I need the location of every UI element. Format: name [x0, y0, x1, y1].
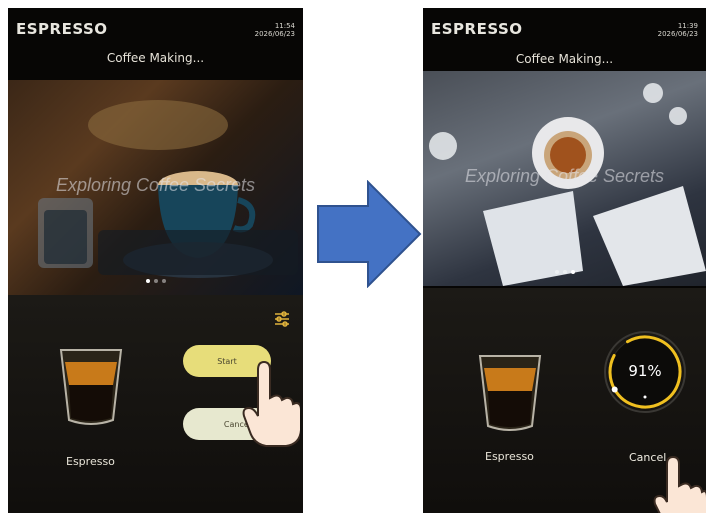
control-panel: Espresso 91% Cancel	[423, 288, 706, 513]
hand-pointer-icon	[653, 456, 706, 513]
clock-date: 2026/06/23	[657, 30, 698, 38]
brand-title: ESPRESSO	[431, 20, 523, 38]
espresso-cup-icon	[478, 355, 542, 431]
espresso-cup-icon	[59, 349, 123, 425]
carousel-dot[interactable]	[145, 279, 150, 283]
hero-banner[interactable]: Exploring Coffee Secrets	[423, 71, 706, 286]
clock: 11:39 2026/06/23	[658, 22, 698, 38]
carousel-dot[interactable]	[161, 279, 166, 283]
carousel-dot[interactable]	[554, 270, 559, 274]
clock-time: 11:39	[677, 22, 698, 30]
carousel-dots[interactable]	[8, 268, 303, 287]
clock-date: 2026/06/23	[254, 30, 295, 38]
hero-caption: Exploring Coffee Secrets	[464, 166, 665, 186]
status-title: Coffee Making...	[106, 51, 205, 65]
clock: 11:54 2026/06/23	[255, 22, 295, 38]
drink-name: Espresso	[66, 455, 115, 468]
control-panel: Espresso Start Cancel	[8, 295, 303, 513]
right-arrow-icon	[317, 180, 422, 288]
carousel-dot[interactable]	[562, 270, 567, 274]
carousel-dot[interactable]	[153, 279, 158, 283]
progress-ring: 91%	[601, 328, 689, 416]
progress-percent: 91%	[628, 362, 662, 380]
clock-time: 11:54	[274, 22, 295, 30]
sliders-icon[interactable]	[273, 310, 291, 328]
screen-before: ESPRESSO 11:54 2026/06/23 Coffee Making.…	[8, 8, 303, 513]
screen-after: ESPRESSO 11:39 2026/06/23 Coffee Making.…	[423, 8, 706, 513]
drink-name: Espresso	[485, 450, 534, 463]
hand-pointer-icon	[242, 360, 300, 447]
status-title: Coffee Making...	[515, 52, 614, 66]
hero-banner[interactable]: Exploring Coffee Secrets	[8, 80, 303, 295]
brand-title: ESPRESSO	[16, 20, 108, 38]
hero-caption: Exploring Coffee Secrets	[55, 175, 256, 195]
carousel-dots[interactable]	[423, 259, 706, 278]
carousel-dot[interactable]	[570, 270, 575, 274]
